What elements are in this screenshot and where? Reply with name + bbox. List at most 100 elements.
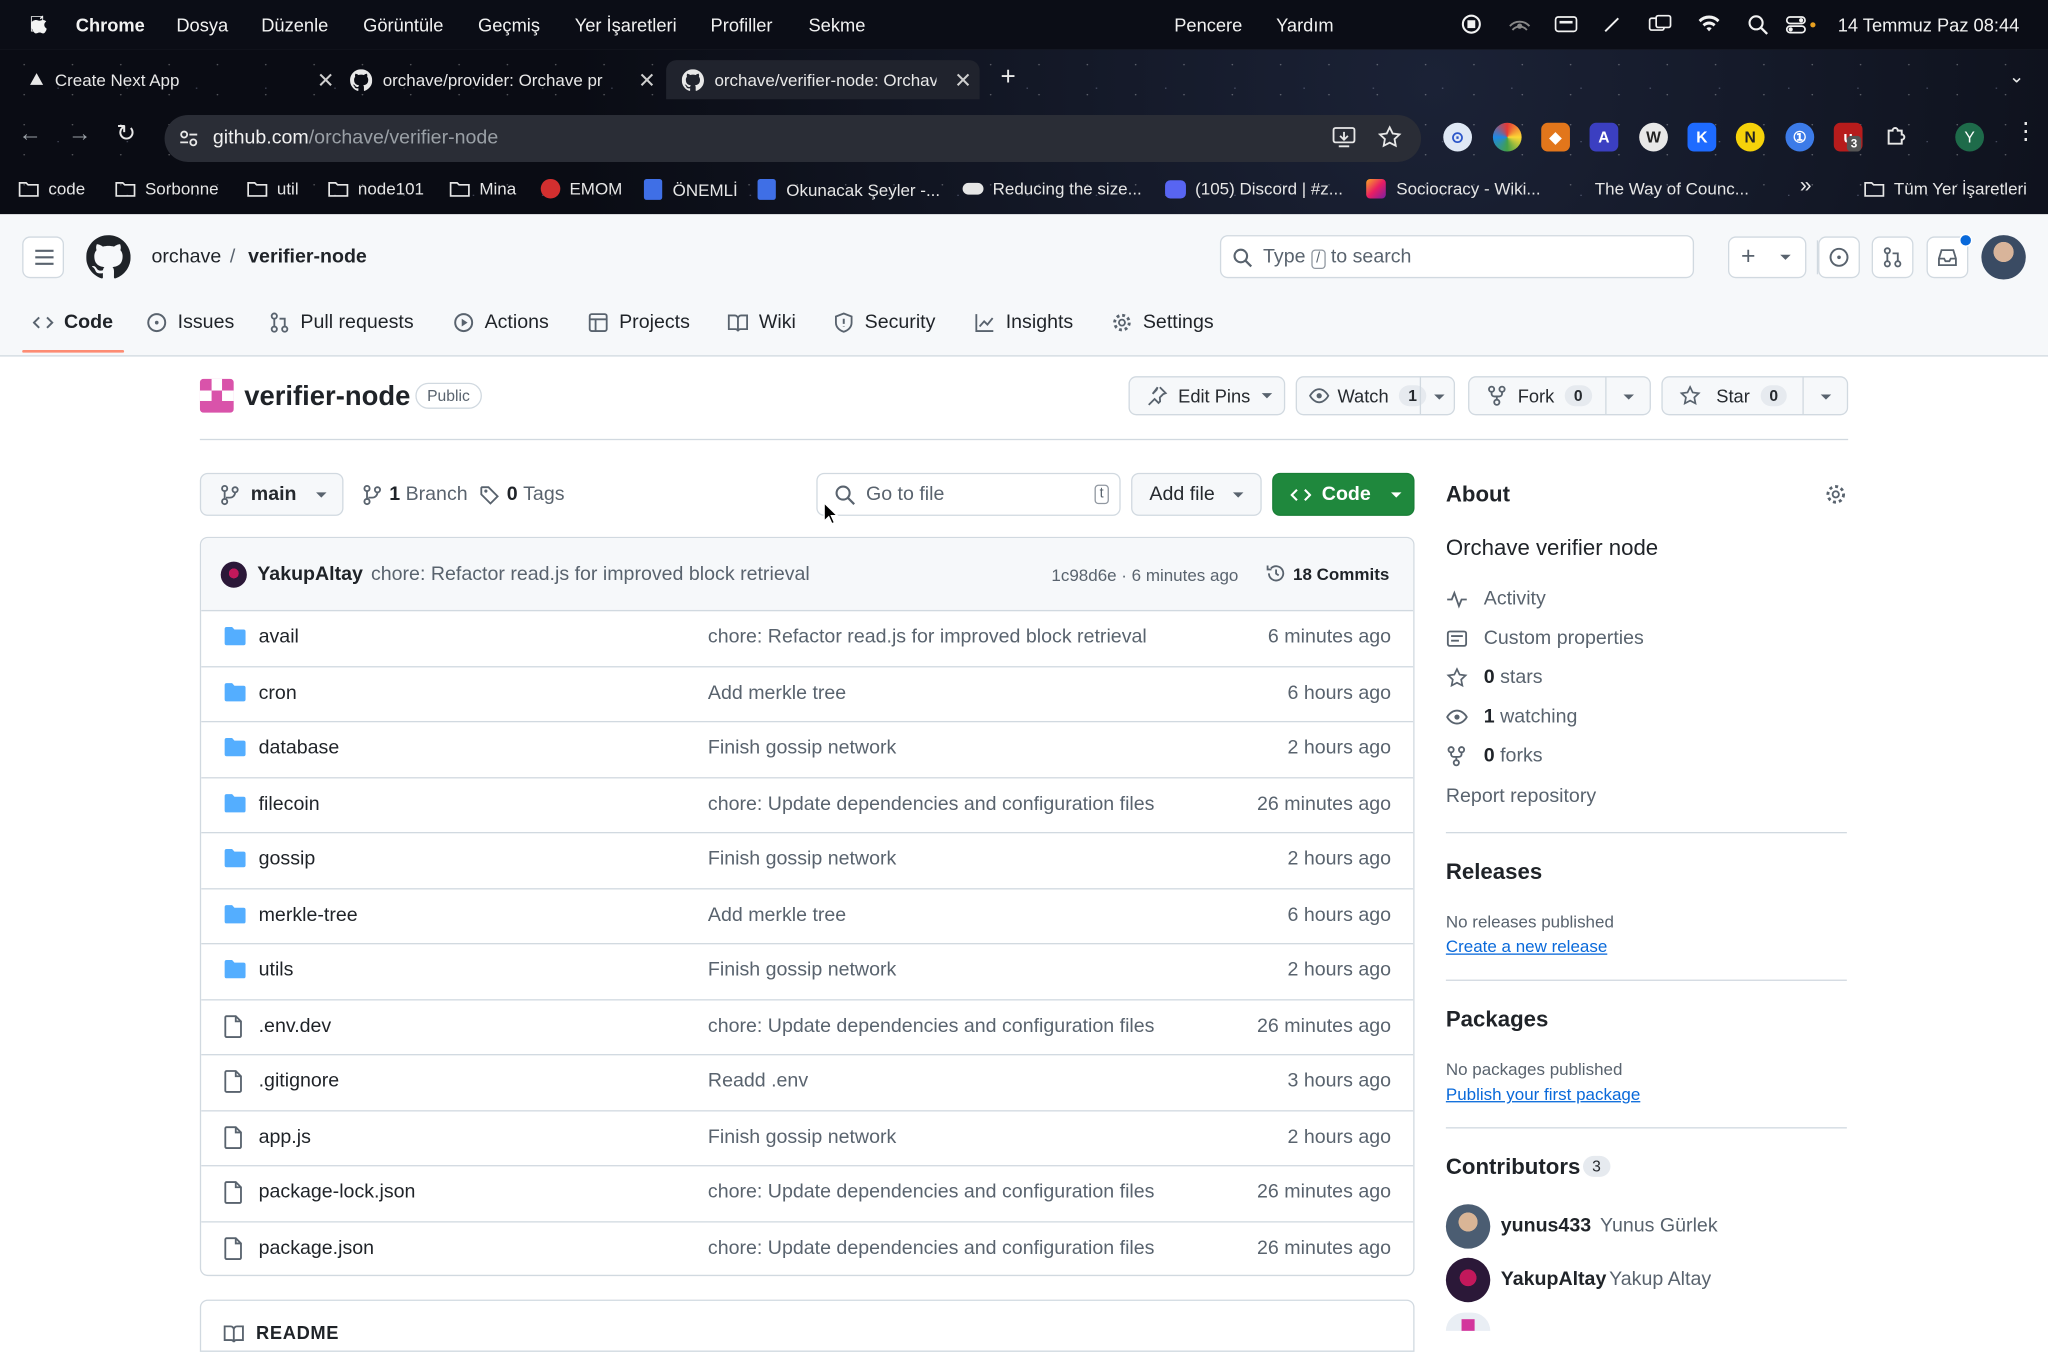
- global-menu-button[interactable]: [22, 236, 64, 279]
- commits-history-link[interactable]: 18 Commits: [1266, 563, 1389, 584]
- file-name[interactable]: database: [259, 737, 340, 759]
- contributor-avatar[interactable]: [1445, 1257, 1491, 1303]
- bookmark-sorbonne[interactable]: Sorbonne: [115, 179, 219, 199]
- bookmark-way-of-council[interactable]: The Way of Counc...: [1595, 179, 1749, 199]
- branches-link[interactable]: 1 Branch: [362, 483, 468, 505]
- file-commit-message[interactable]: chore: Update dependencies and configura…: [708, 1236, 1155, 1258]
- go-to-file-input[interactable]: Go to file t: [816, 472, 1121, 516]
- bookmark-okunacak[interactable]: Okunacak Şeyler -...: [757, 178, 940, 200]
- file-commit-message[interactable]: Finish gossip network: [708, 848, 896, 870]
- bookmark-util[interactable]: util: [247, 179, 299, 199]
- contributors-heading[interactable]: Contributors: [1446, 1155, 1580, 1181]
- bookmark-node101[interactable]: node101: [328, 179, 424, 199]
- bookmark-star-icon[interactable]: [1377, 125, 1402, 149]
- address-bar[interactable]: github.com/orchave/verifier-node: [164, 114, 1422, 162]
- file-row[interactable]: app.js Finish gossip network 2 hours ago: [201, 1110, 1414, 1167]
- file-row[interactable]: package.json chore: Update dependencies a…: [201, 1221, 1413, 1275]
- create-new-button[interactable]: +: [1727, 236, 1807, 279]
- watching-link[interactable]: 1 watching: [1446, 705, 1577, 728]
- tab-pull-requests[interactable]: Pull requests: [269, 311, 414, 333]
- close-tab-icon[interactable]: ✕: [638, 68, 656, 94]
- file-row[interactable]: merkle-tree Add merkle tree 6 hours ago: [201, 888, 1414, 945]
- menu-profiller[interactable]: Profiller: [711, 14, 773, 35]
- apple-logo-icon[interactable]: [29, 13, 50, 37]
- bookmark-onemli[interactable]: ÖNEMLİ: [643, 178, 738, 200]
- tab-wiki[interactable]: Wiki: [727, 311, 796, 333]
- bookmarks-overflow-chevron-icon[interactable]: »: [1800, 175, 1812, 199]
- tab-create-next-app[interactable]: Create Next App ✕: [29, 60, 342, 99]
- bookmark-mina[interactable]: Mina: [449, 179, 516, 199]
- bookmark-all-bookmarks[interactable]: Tüm Yer İşaretleri: [1864, 179, 2027, 199]
- user-avatar[interactable]: [1981, 235, 2026, 280]
- bookmark-reducing[interactable]: Reducing the size...: [962, 179, 1142, 199]
- file-row[interactable]: database Finish gossip network 2 hours ago: [201, 721, 1414, 778]
- extension-w-icon[interactable]: W: [1639, 122, 1668, 152]
- readme-label[interactable]: README: [256, 1322, 339, 1343]
- tab-orchave-provider[interactable]: orchave/provider: Orchave pr ✕: [350, 60, 663, 99]
- bookmark-code[interactable]: code: [18, 179, 85, 199]
- menu-yer-isaretleri[interactable]: Yer İşaretleri: [575, 14, 677, 35]
- tab-settings[interactable]: Settings: [1112, 311, 1214, 333]
- file-name[interactable]: utils: [259, 959, 294, 981]
- tab-actions[interactable]: Actions: [453, 311, 549, 333]
- back-arrow-icon[interactable]: ←: [18, 120, 42, 147]
- file-commit-message[interactable]: chore: Refactor read.js for improved blo…: [708, 626, 1147, 648]
- inbox-button[interactable]: [1926, 233, 1973, 279]
- releases-heading[interactable]: Releases: [1446, 859, 1542, 885]
- commit-message[interactable]: chore: Refactor read.js for improved blo…: [371, 563, 810, 585]
- control-center-icon[interactable]: [1785, 14, 1819, 35]
- record-icon[interactable]: [1461, 14, 1482, 34]
- menu-yardim[interactable]: Yardım: [1276, 14, 1334, 35]
- file-row[interactable]: avail chore: Refactor read.js for improve…: [201, 610, 1414, 667]
- bookmark-sociocracy[interactable]: Sociocracy - Wiki...: [1366, 178, 1541, 199]
- report-repository-link[interactable]: Report repository: [1446, 785, 1596, 807]
- file-name[interactable]: cron: [259, 681, 297, 703]
- tab-code[interactable]: Code: [32, 311, 113, 333]
- spotlight-search-icon[interactable]: [1748, 14, 1769, 35]
- activity-link[interactable]: Activity: [1446, 588, 1546, 610]
- menu-gecmis[interactable]: Geçmiş: [478, 14, 540, 35]
- custom-properties-link[interactable]: Custom properties: [1446, 627, 1644, 649]
- branch-select-button[interactable]: main: [199, 472, 344, 516]
- site-settings-icon[interactable]: [179, 129, 199, 147]
- hotspot-icon[interactable]: [1509, 14, 1531, 34]
- file-row[interactable]: filecoin chore: Update dependencies and c…: [201, 776, 1414, 834]
- profile-avatar[interactable]: Y: [1955, 122, 1984, 152]
- file-name[interactable]: app.js: [259, 1125, 311, 1147]
- github-logo-icon[interactable]: [86, 235, 131, 279]
- repo-avatar-identicon[interactable]: [199, 378, 234, 413]
- menu-goruntule[interactable]: Görüntüle: [363, 14, 443, 35]
- packages-heading[interactable]: Packages: [1446, 1007, 1548, 1033]
- contributor-login[interactable]: yunus433: [1501, 1215, 1591, 1237]
- forks-link[interactable]: 0 forks: [1446, 744, 1543, 767]
- file-commit-message[interactable]: Finish gossip network: [708, 1125, 896, 1147]
- file-name[interactable]: package-lock.json: [259, 1181, 416, 1203]
- file-row[interactable]: gossip Finish gossip network 2 hours ago: [201, 832, 1414, 889]
- fork-button[interactable]: Fork 0: [1468, 376, 1651, 416]
- commit-author-avatar[interactable]: [220, 561, 247, 588]
- caret-down-icon[interactable]: [1819, 393, 1832, 401]
- file-commit-message[interactable]: Readd .env: [708, 1070, 808, 1092]
- contributor-login[interactable]: YakupAltay: [1501, 1268, 1607, 1290]
- create-release-link[interactable]: Create a new release: [1446, 936, 1607, 956]
- menu-dosya[interactable]: Dosya: [176, 14, 228, 35]
- extensions-puzzle-icon[interactable]: [1883, 123, 1909, 149]
- screens-icon[interactable]: [1648, 14, 1672, 34]
- install-app-icon[interactable]: [1332, 127, 1356, 149]
- forward-arrow-icon[interactable]: →: [68, 120, 92, 147]
- extension-bitwarden-icon[interactable]: ①: [1785, 122, 1815, 152]
- file-row[interactable]: package-lock.json chore: Update dependenc…: [201, 1165, 1414, 1222]
- file-name[interactable]: .env.dev: [259, 1014, 332, 1036]
- repo-owner-link[interactable]: orchave: [152, 246, 222, 268]
- extension-a-icon[interactable]: A: [1589, 122, 1619, 152]
- file-name[interactable]: avail: [259, 626, 299, 648]
- file-name[interactable]: merkle-tree: [259, 903, 358, 925]
- commit-hash-time[interactable]: 1c98d6e · 6 minutes ago: [1051, 566, 1238, 586]
- file-row[interactable]: utils Finish gossip network 2 hours ago: [201, 943, 1414, 1000]
- publish-package-link[interactable]: Publish your first package: [1446, 1084, 1640, 1104]
- repo-title[interactable]: verifier-node: [244, 381, 410, 412]
- keyboard-icon[interactable]: [1554, 16, 1578, 33]
- extension-n-icon[interactable]: N: [1735, 122, 1765, 152]
- menu-duzenle[interactable]: Düzenle: [261, 14, 328, 35]
- code-button[interactable]: Code: [1272, 472, 1415, 516]
